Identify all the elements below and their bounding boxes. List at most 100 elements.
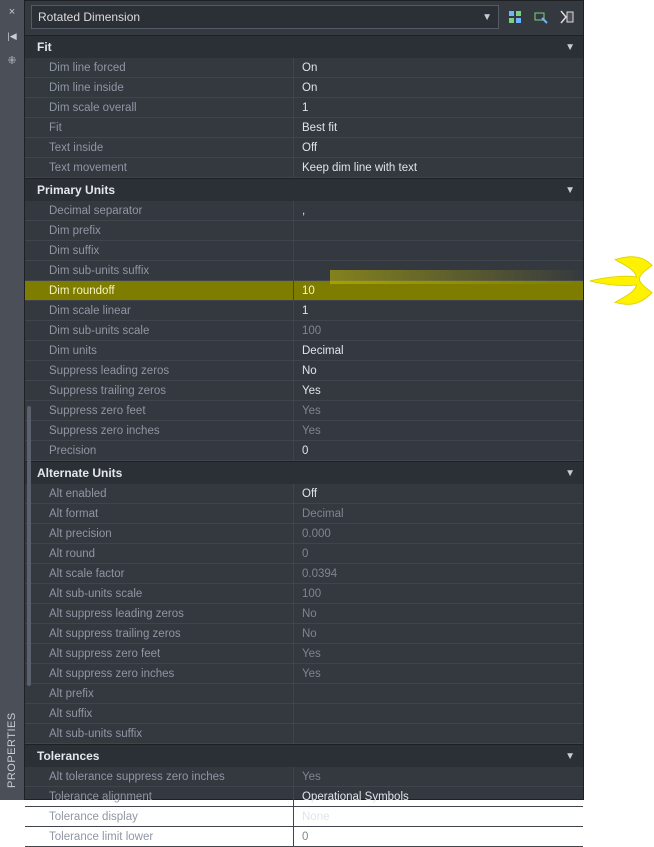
property-row[interactable]: Alt suppress zero feetYes: [25, 644, 583, 664]
property-value[interactable]: ,: [294, 201, 583, 220]
property-row[interactable]: Dim line forcedOn: [25, 58, 583, 78]
property-row[interactable]: Alt sub-units scale100: [25, 584, 583, 604]
property-value[interactable]: 0: [294, 544, 583, 563]
highlight-arrow-icon: [586, 247, 654, 311]
property-label: Alt suffix: [25, 704, 294, 723]
deselect-icon[interactable]: [557, 7, 577, 27]
property-value[interactable]: No: [294, 624, 583, 643]
property-row[interactable]: Alt sub-units suffix: [25, 724, 583, 744]
property-value[interactable]: Decimal: [294, 341, 583, 360]
property-value[interactable]: 100: [294, 584, 583, 603]
property-row[interactable]: Tolerance displayNone: [25, 807, 583, 827]
property-row[interactable]: Alt enabledOff: [25, 484, 583, 504]
property-row[interactable]: Tolerance alignmentOperational Symbols: [25, 787, 583, 807]
property-value[interactable]: 0: [294, 827, 583, 846]
property-value[interactable]: [294, 684, 583, 703]
property-value[interactable]: No: [294, 604, 583, 623]
property-value[interactable]: Best fit: [294, 118, 583, 137]
property-row[interactable]: Dim prefix: [25, 221, 583, 241]
property-value[interactable]: 1: [294, 98, 583, 117]
property-value[interactable]: Off: [294, 138, 583, 157]
property-label: Alt prefix: [25, 684, 294, 703]
property-label: Suppress zero feet: [25, 401, 294, 420]
property-row[interactable]: Suppress leading zerosNo: [25, 361, 583, 381]
property-label: Tolerance alignment: [25, 787, 294, 806]
property-row[interactable]: Suppress zero inchesYes: [25, 421, 583, 441]
property-row[interactable]: Suppress trailing zerosYes: [25, 381, 583, 401]
panel-side-strip: × |◀ ⁜ PROPERTIES: [0, 0, 24, 800]
section-header[interactable]: Tolerances▼: [25, 744, 583, 767]
property-row[interactable]: Alt suppress trailing zerosNo: [25, 624, 583, 644]
chevron-down-icon: ▼: [565, 185, 575, 196]
property-value[interactable]: Keep dim line with text: [294, 158, 583, 177]
object-type-select[interactable]: Rotated Dimension ▼: [31, 5, 499, 29]
property-value[interactable]: 0: [294, 441, 583, 460]
property-value[interactable]: Operational Symbols: [294, 787, 583, 806]
property-value[interactable]: [294, 704, 583, 723]
property-label: Alt format: [25, 504, 294, 523]
property-row[interactable]: Alt tolerance suppress zero inchesYes: [25, 767, 583, 787]
property-row[interactable]: Alt formatDecimal: [25, 504, 583, 524]
property-row[interactable]: Dim sub-units suffix: [25, 261, 583, 281]
property-row[interactable]: Dim scale linear1: [25, 301, 583, 321]
property-row[interactable]: Alt round0: [25, 544, 583, 564]
property-label: Suppress leading zeros: [25, 361, 294, 380]
property-row[interactable]: Dim line insideOn: [25, 78, 583, 98]
property-value[interactable]: Decimal: [294, 504, 583, 523]
property-value[interactable]: Off: [294, 484, 583, 503]
property-row[interactable]: Precision0: [25, 441, 583, 461]
property-value[interactable]: On: [294, 58, 583, 77]
quick-select-icon[interactable]: [505, 7, 525, 27]
property-row[interactable]: Suppress zero feetYes: [25, 401, 583, 421]
scrollbar-indicator[interactable]: [27, 406, 31, 686]
property-row[interactable]: Decimal separator,: [25, 201, 583, 221]
options-icon[interactable]: ⁜: [0, 48, 24, 72]
property-value[interactable]: Yes: [294, 767, 583, 786]
property-row[interactable]: Dim suffix: [25, 241, 583, 261]
property-row[interactable]: Alt scale factor0.0394: [25, 564, 583, 584]
property-row[interactable]: Text insideOff: [25, 138, 583, 158]
property-row[interactable]: Dim unitsDecimal: [25, 341, 583, 361]
property-row[interactable]: Dim scale overall1: [25, 98, 583, 118]
section-header[interactable]: Fit▼: [25, 35, 583, 58]
property-value[interactable]: Yes: [294, 401, 583, 420]
chevron-down-icon: ▼: [565, 42, 575, 53]
close-icon[interactable]: ×: [0, 0, 24, 24]
property-value[interactable]: On: [294, 78, 583, 97]
property-row[interactable]: Alt suppress leading zerosNo: [25, 604, 583, 624]
property-row[interactable]: Alt suppress zero inchesYes: [25, 664, 583, 684]
property-value[interactable]: 10: [294, 281, 583, 300]
section-header[interactable]: Alternate Units▼: [25, 461, 583, 484]
property-value[interactable]: [294, 241, 583, 260]
property-value[interactable]: [294, 724, 583, 743]
property-label: Dim prefix: [25, 221, 294, 240]
property-value[interactable]: Yes: [294, 644, 583, 663]
pin-icon[interactable]: |◀: [0, 24, 24, 48]
property-value[interactable]: 0.0394: [294, 564, 583, 583]
property-row[interactable]: Alt prefix: [25, 684, 583, 704]
property-row[interactable]: FitBest fit: [25, 118, 583, 138]
property-value[interactable]: Yes: [294, 381, 583, 400]
property-value[interactable]: Yes: [294, 664, 583, 683]
property-value[interactable]: 100: [294, 321, 583, 340]
property-row[interactable]: Alt suffix: [25, 704, 583, 724]
property-label: Dim scale overall: [25, 98, 294, 117]
property-label: Alt round: [25, 544, 294, 563]
section-header[interactable]: Primary Units▼: [25, 178, 583, 201]
selection-bottom-icon[interactable]: [531, 7, 551, 27]
property-value[interactable]: 0.000: [294, 524, 583, 543]
property-label: Dim line inside: [25, 78, 294, 97]
property-row[interactable]: Dim roundoff10: [25, 281, 583, 301]
property-value[interactable]: None: [294, 807, 583, 826]
property-value[interactable]: No: [294, 361, 583, 380]
property-row[interactable]: Dim sub-units scale100: [25, 321, 583, 341]
property-row[interactable]: Text movementKeep dim line with text: [25, 158, 583, 178]
property-label: Alt enabled: [25, 484, 294, 503]
property-row[interactable]: Tolerance limit lower0: [25, 827, 583, 847]
property-value[interactable]: 1: [294, 301, 583, 320]
property-value[interactable]: Yes: [294, 421, 583, 440]
property-value[interactable]: [294, 261, 583, 280]
property-label: Alt sub-units scale: [25, 584, 294, 603]
property-value[interactable]: [294, 221, 583, 240]
property-row[interactable]: Alt precision0.000: [25, 524, 583, 544]
